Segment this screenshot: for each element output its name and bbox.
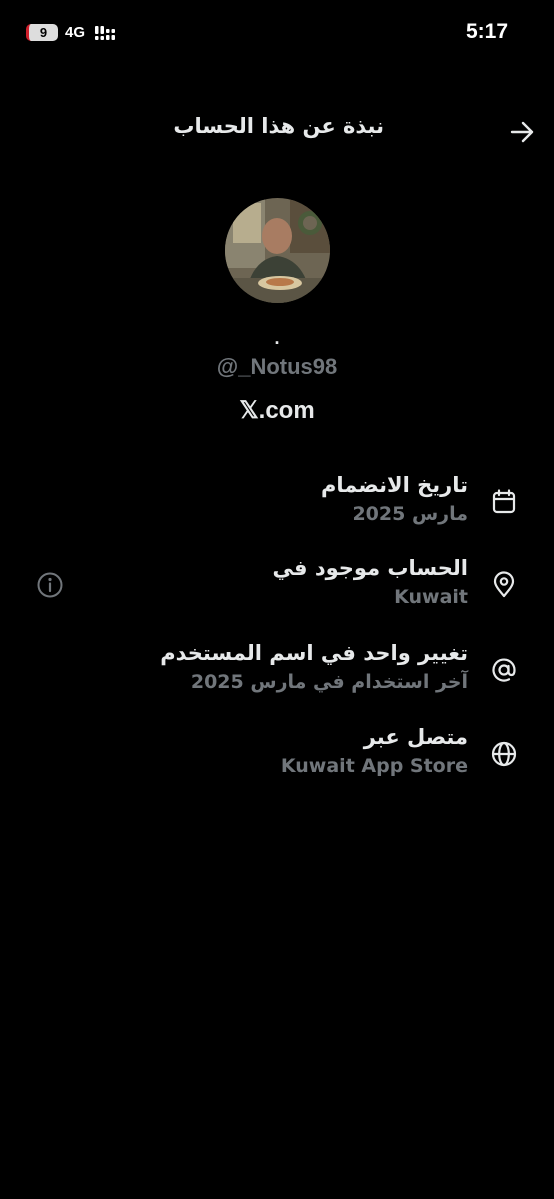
info-icon[interactable]: [36, 571, 64, 599]
account-location-text: الحساب موجود في Kuwait: [90, 553, 468, 611]
display-name: .: [274, 328, 280, 348]
network-type: 4G: [65, 24, 86, 41]
status-bar: 9 4G 5:17: [0, 0, 554, 66]
connected-via-row: متصل عبر Kuwait App Store: [0, 722, 554, 786]
row-subtitle: Kuwait App Store: [280, 755, 468, 777]
join-date-row: تاريخ الانضمام مارس 2025: [0, 470, 554, 534]
row-title: متصل عبر: [363, 725, 468, 749]
battery-indicator: 9: [26, 24, 58, 41]
avatar-image: [225, 198, 330, 303]
username-change-text: تغيير واحد في اسم المستخدم آخر استخدام ف…: [90, 638, 468, 696]
globe-icon: [491, 741, 517, 767]
clock: 5:17: [465, 20, 508, 43]
row-title: تاريخ الانضمام: [321, 473, 468, 497]
page-title: نبذة عن هذا الحساب: [173, 114, 384, 138]
platform-label: 𝕏.com: [239, 397, 315, 424]
connected-via-text: متصل عبر Kuwait App Store: [90, 722, 468, 780]
username-change-row: تغيير واحد في اسم المستخدم آخر استخدام ف…: [0, 638, 554, 702]
row-subtitle: Kuwait: [394, 586, 468, 608]
location-pin-icon: [493, 571, 515, 598]
row-title: تغيير واحد في اسم المستخدم: [160, 641, 468, 665]
calendar-icon: [492, 489, 516, 514]
back-arrow-icon[interactable]: [508, 118, 536, 146]
at-sign-icon: [492, 658, 516, 682]
row-subtitle: آخر استخدام في مارس 2025: [190, 671, 468, 693]
join-date-text: تاريخ الانضمام مارس 2025: [90, 470, 468, 528]
row-title: الحساب موجود في: [272, 556, 468, 580]
avatar[interactable]: [225, 198, 330, 303]
row-subtitle: مارس 2025: [352, 503, 468, 525]
signal-icon: [95, 26, 115, 40]
account-location-row: الحساب موجود في Kuwait: [0, 553, 554, 617]
username-handle: @_Notus98: [216, 354, 338, 379]
